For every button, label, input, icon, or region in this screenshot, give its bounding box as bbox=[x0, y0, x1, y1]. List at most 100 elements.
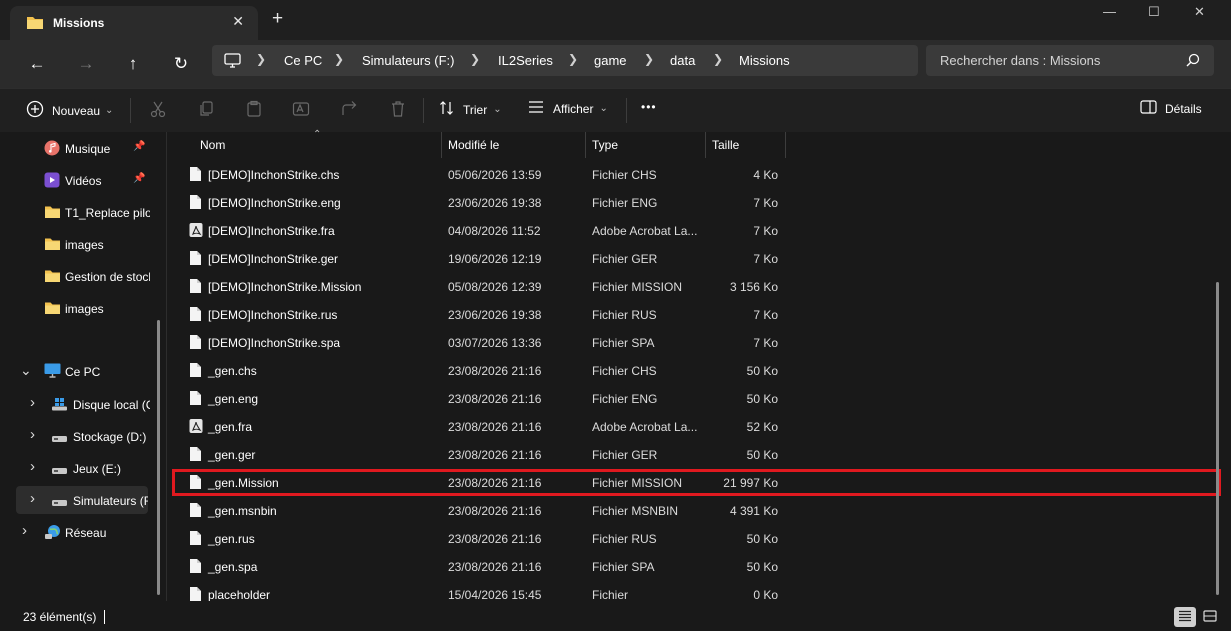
file-icon bbox=[189, 362, 202, 381]
sidebar-item-t1-replace-pilot[interactable]: T1_Replace pilot bbox=[0, 198, 150, 226]
toolbar-divider bbox=[423, 98, 424, 123]
maximize-button[interactable]: ☐ bbox=[1148, 4, 1160, 20]
sidebar-item-images[interactable]: images bbox=[0, 230, 150, 258]
sidebar-scrollbar[interactable] bbox=[157, 320, 160, 595]
breadcrumb-missions[interactable]: Missions bbox=[739, 53, 790, 68]
navigation-pane: Musique 📌 Vidéos 📌 T1_Replace pilot imag… bbox=[0, 132, 160, 601]
sidebar-item-stockage-d[interactable]: › Stockage (D:) bbox=[0, 422, 150, 450]
pin-icon: 📌 bbox=[133, 141, 146, 152]
column-divider[interactable] bbox=[785, 132, 786, 158]
sidebar-item-label: Ce PC bbox=[65, 365, 101, 379]
file-row[interactable]: [DEMO]InchonStrike.chs 05/06/2026 13:59 Fi… bbox=[167, 160, 1231, 188]
sidebar-item-label: T1_Replace pilot bbox=[65, 206, 150, 220]
sidebar-item-simulateurs-f[interactable]: › Simulateurs (F bbox=[16, 486, 148, 514]
copy-icon[interactable] bbox=[197, 100, 215, 118]
forward-button[interactable]: → bbox=[72, 50, 100, 78]
breadcrumb-il2series[interactable]: IL2Series bbox=[498, 53, 553, 68]
file-row[interactable]: [DEMO]InchonStrike.Mission 05/08/2026 12:… bbox=[167, 272, 1231, 300]
file-list: ⌃ Nom Modifié le Type Taille [DEMO]Incho… bbox=[167, 129, 1231, 602]
file-name: _gen.eng bbox=[208, 392, 259, 406]
file-row[interactable]: [DEMO]InchonStrike.spa 03/07/2026 13:36 Fi… bbox=[167, 328, 1231, 356]
file-size: 50 Ko bbox=[746, 448, 778, 462]
expand-chevron-icon[interactable]: › bbox=[22, 522, 27, 539]
minimize-button[interactable]: — bbox=[1103, 4, 1116, 19]
refresh-button[interactable]: ↻ bbox=[167, 50, 195, 78]
chevron-down-icon: ⌄ bbox=[599, 103, 608, 114]
breadcrumb-data[interactable]: data bbox=[670, 53, 695, 68]
column-header-size[interactable]: Taille bbox=[712, 132, 739, 158]
toolbar-divider bbox=[626, 98, 627, 123]
address-bar[interactable]: ❯ Ce PC ❯ Simulateurs (F:) ❯ IL2Series ❯… bbox=[212, 45, 918, 76]
file-list-scrollbar[interactable] bbox=[1216, 282, 1219, 595]
delete-icon[interactable] bbox=[389, 100, 407, 118]
file-name: [DEMO]InchonStrike.ger bbox=[208, 252, 339, 266]
file-row[interactable]: _gen.fra 23/08/2026 21:16 Adobe Acrobat La… bbox=[167, 412, 1231, 440]
breadcrumb-simulateurs[interactable]: Simulateurs (F:) bbox=[362, 53, 454, 68]
more-options-icon[interactable]: ••• bbox=[641, 100, 657, 114]
folder-icon bbox=[44, 237, 61, 254]
column-header-modified[interactable]: Modifié le bbox=[448, 132, 499, 158]
close-window-button[interactable]: ✕ bbox=[1194, 4, 1205, 20]
file-row[interactable]: [DEMO]InchonStrike.ger 19/06/2026 12:19 Fi… bbox=[167, 244, 1231, 272]
expand-chevron-icon[interactable]: › bbox=[30, 426, 35, 443]
expand-chevron-icon[interactable]: › bbox=[30, 458, 35, 475]
file-row[interactable]: _gen.ger 23/08/2026 21:16 Fichier GER 50 Ko bbox=[167, 440, 1231, 468]
details-pane-button[interactable]: Détails bbox=[1140, 100, 1202, 117]
sort-button-label: Trier bbox=[463, 102, 488, 117]
expand-chevron-icon[interactable]: › bbox=[30, 394, 35, 411]
sidebar-item-musique[interactable]: Musique 📌 bbox=[0, 134, 150, 162]
sidebar-item-label: Disque local (C bbox=[73, 398, 150, 412]
file-row[interactable]: _gen.rus 23/08/2026 21:16 Fichier RUS 50 Ko bbox=[167, 524, 1231, 552]
view-button[interactable]: Afficher ⌄ bbox=[528, 100, 608, 117]
file-name: _gen.fra bbox=[208, 420, 253, 434]
windows-drive-icon bbox=[51, 397, 68, 414]
breadcrumb-separator: ❯ bbox=[568, 52, 579, 66]
column-divider[interactable] bbox=[441, 132, 442, 158]
column-divider[interactable] bbox=[585, 132, 586, 158]
network-icon bbox=[44, 524, 61, 543]
column-header-name[interactable]: Nom bbox=[200, 132, 225, 158]
up-button[interactable]: ↑ bbox=[119, 50, 147, 78]
new-button[interactable]: Nouveau ⌄ bbox=[26, 100, 113, 121]
large-icons-view-button[interactable] bbox=[1199, 607, 1221, 627]
share-icon[interactable] bbox=[341, 100, 359, 118]
file-row[interactable]: _gen.spa 23/08/2026 21:16 Fichier SPA 50 Ko bbox=[167, 552, 1231, 580]
search-input[interactable]: Rechercher dans : Missions bbox=[926, 45, 1214, 76]
file-type: Fichier bbox=[592, 588, 629, 602]
tab-missions[interactable]: Missions ✕ bbox=[10, 6, 258, 40]
sidebar-item-gestion-de-stock[interactable]: Gestion de stock bbox=[0, 262, 150, 290]
column-divider[interactable] bbox=[705, 132, 706, 158]
breadcrumb-game[interactable]: game bbox=[594, 53, 627, 68]
details-view-button[interactable] bbox=[1174, 607, 1196, 627]
file-row[interactable]: _gen.chs 23/08/2026 21:16 Fichier CHS 50 Ko bbox=[167, 356, 1231, 384]
sidebar-item-videos[interactable]: Vidéos 📌 bbox=[0, 166, 150, 194]
file-row[interactable]: [DEMO]InchonStrike.eng 23/06/2026 19:38 Fi… bbox=[167, 188, 1231, 216]
rename-icon[interactable] bbox=[292, 100, 310, 118]
column-header-type[interactable]: Type bbox=[592, 132, 618, 158]
file-name: [DEMO]InchonStrike.rus bbox=[208, 308, 338, 322]
sidebar-item-images[interactable]: images bbox=[0, 294, 150, 322]
tab-close-icon[interactable]: ✕ bbox=[232, 13, 244, 30]
expand-chevron-icon[interactable]: › bbox=[30, 490, 35, 507]
sidebar-item-ce-pc[interactable]: ⌄ Ce PC bbox=[0, 357, 150, 385]
file-row[interactable]: [DEMO]InchonStrike.fra 04/08/2026 11:52 Ad… bbox=[167, 216, 1231, 244]
back-button[interactable]: ← bbox=[23, 50, 51, 78]
file-row[interactable]: [DEMO]InchonStrike.rus 23/06/2026 19:38 Fi… bbox=[167, 300, 1231, 328]
new-tab-button[interactable]: + bbox=[272, 8, 283, 30]
file-name: [DEMO]InchonStrike.Mission bbox=[208, 280, 362, 294]
sort-button[interactable]: Trier ⌄ bbox=[439, 100, 502, 119]
collapse-chevron-icon[interactable]: ⌄ bbox=[20, 362, 32, 379]
cut-icon[interactable] bbox=[149, 100, 167, 118]
acrobat-file-icon bbox=[189, 418, 203, 437]
file-name: _gen.spa bbox=[208, 560, 258, 574]
paste-icon[interactable] bbox=[245, 100, 263, 118]
sidebar-item-disque-local-c[interactable]: › Disque local (C bbox=[0, 390, 150, 418]
file-row[interactable]: _gen.eng 23/08/2026 21:16 Fichier ENG 50 Ko bbox=[167, 384, 1231, 412]
file-icon bbox=[189, 306, 202, 325]
file-row[interactable]: _gen.msnbin 23/08/2026 21:16 Fichier MSNBI… bbox=[167, 496, 1231, 524]
sidebar-item-jeux-e[interactable]: › Jeux (E:) bbox=[0, 454, 150, 482]
file-modified: 15/04/2026 15:45 bbox=[448, 588, 542, 602]
sidebar-item-reseau[interactable]: › Réseau bbox=[0, 518, 150, 546]
file-modified: 23/06/2026 19:38 bbox=[448, 308, 542, 322]
breadcrumb-ce-pc[interactable]: Ce PC bbox=[284, 53, 322, 68]
